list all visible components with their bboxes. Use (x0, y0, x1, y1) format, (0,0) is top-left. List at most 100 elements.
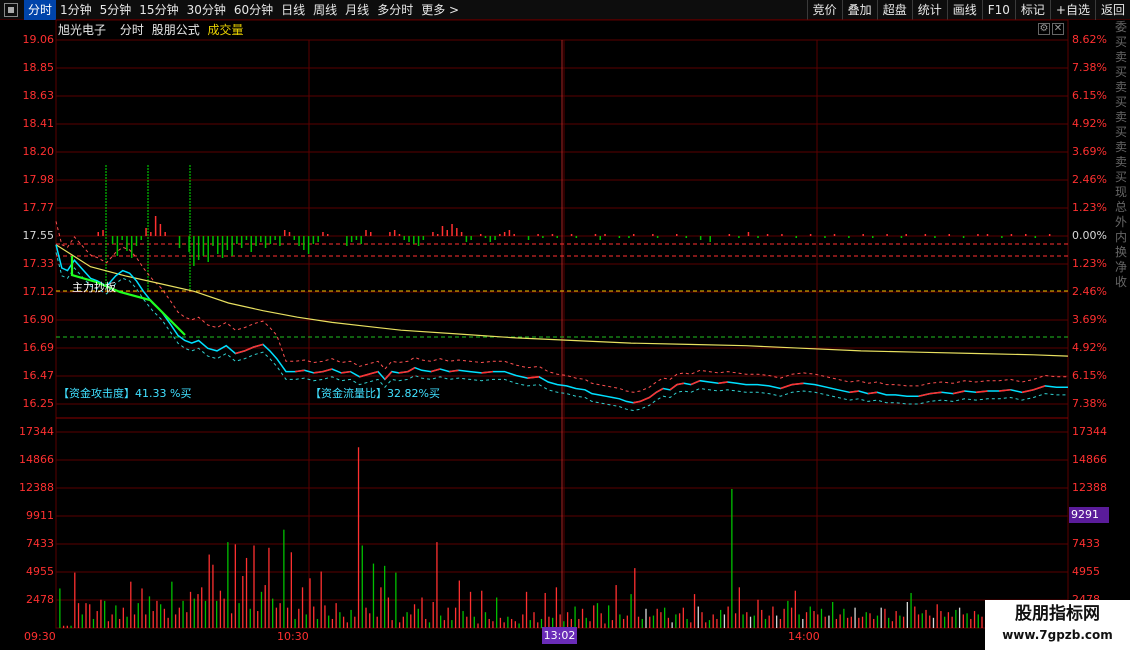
watermark-title: 股朋指标网 (1015, 604, 1100, 624)
volume-tick: 2478 (26, 593, 54, 606)
price-up-segment (322, 368, 333, 373)
price-up-segment (313, 370, 323, 374)
volume-tick: 14866 (19, 453, 54, 466)
watermark-url: www.7gpzb.com (1002, 628, 1113, 642)
quote-panel-glyph: 换 (1114, 245, 1127, 259)
price-up-segment (690, 379, 701, 386)
quote-panel-glyph: 现 (1114, 185, 1127, 199)
price-up-segment (368, 370, 379, 375)
quote-panel-glyph: 委 (1114, 20, 1127, 34)
price-up-segment (253, 343, 264, 348)
price-up-segment (849, 390, 859, 394)
price-up-segment (929, 391, 942, 395)
price-tick: 18.85 (22, 61, 55, 74)
price-tick: 18.20 (22, 145, 55, 158)
price-tick: 17.33 (22, 257, 55, 270)
volume-tick: 17344 (1072, 425, 1107, 438)
main-force-label: 主力抄板 (72, 281, 116, 294)
price-tick: 16.90 (22, 313, 55, 326)
price-up-segment (867, 391, 878, 395)
quote-panel-edge: 委买卖买卖买卖买卖卖买现总外内换净收 (1112, 20, 1130, 620)
price-up-segment (527, 376, 540, 379)
volume-tick: 4955 (26, 565, 54, 578)
price-up-segment (648, 391, 657, 399)
pct-tick: 4.92% (1072, 341, 1107, 354)
pct-tick: 1.23% (1072, 201, 1107, 214)
price-up-segment (295, 369, 305, 373)
volume-tick: 14866 (1072, 453, 1107, 466)
pct-tick: 7.38% (1072, 61, 1107, 74)
quote-panel-glyph: 买 (1114, 95, 1127, 109)
pct-tick: 7.38% (1072, 397, 1107, 410)
price-up-segment (481, 370, 494, 374)
price-up-segment (430, 368, 441, 373)
price-up-segment (918, 392, 931, 398)
quote-panel-glyph: 外 (1114, 215, 1127, 229)
price-tick: 17.77 (22, 201, 55, 214)
price-up-segment (235, 350, 245, 355)
price-up-segment (676, 382, 685, 386)
price-tick: 19.06 (22, 33, 55, 46)
pct-tick: 6.15% (1072, 369, 1107, 382)
price-up-segment (791, 382, 804, 386)
price-up-segment (655, 387, 664, 394)
crosshair-volume-tag: 9291 (1069, 507, 1109, 523)
price-up-segment (669, 383, 678, 391)
quote-panel-glyph: 卖 (1114, 50, 1127, 64)
time-tick: 09:30 (24, 630, 56, 643)
price-up-segment (718, 381, 728, 385)
price-up-segment (998, 388, 1011, 392)
price-tick: 16.69 (22, 341, 55, 354)
price-up-segment (398, 370, 409, 374)
price-tick: 17.55 (22, 229, 55, 242)
flow-ratio-label: 【资金流量比】32.82%买 (310, 387, 440, 400)
quote-panel-glyph: 卖 (1114, 110, 1127, 124)
price-tick: 17.98 (22, 173, 55, 186)
quote-panel-glyph: 总 (1114, 200, 1127, 214)
pct-tick: 2.46% (1072, 285, 1107, 298)
price-up-segment (407, 367, 416, 373)
quote-panel-glyph: 内 (1114, 230, 1127, 244)
pct-tick: 4.92% (1072, 117, 1107, 130)
price-tick: 18.63 (22, 89, 55, 102)
price-up-segment (449, 369, 459, 373)
watermark-logo: 股朋指标网 www.7gpzb.com (985, 600, 1130, 650)
volume-tick: 9911 (26, 509, 54, 522)
price-up-segment (1033, 385, 1046, 391)
volume-tick: 17344 (19, 425, 54, 438)
price-tick: 16.47 (22, 369, 55, 382)
price-tick: 17.12 (22, 285, 55, 298)
time-tick: 10:30 (277, 630, 309, 643)
intraday-chart (55, 19, 1069, 629)
quote-panel-glyph: 买 (1114, 170, 1127, 184)
main-force-line (70, 256, 186, 336)
volume-tick: 4955 (1072, 565, 1100, 578)
pct-tick: 6.15% (1072, 89, 1107, 102)
price-up-segment (639, 396, 650, 403)
quote-panel-glyph: 收 (1114, 275, 1127, 289)
price-up-segment (633, 400, 641, 404)
quote-panel-glyph: 买 (1114, 65, 1127, 79)
attack-degree-label: 【资金攻击度】41.33 %买 (58, 387, 192, 400)
quote-panel-glyph: 买 (1114, 35, 1127, 49)
quote-panel-glyph: 卖 (1114, 140, 1127, 154)
pct-tick: 0.00% (1072, 229, 1107, 242)
volume-tick: 12388 (1072, 481, 1107, 494)
quote-panel-glyph: 卖 (1114, 80, 1127, 94)
price-tick: 18.41 (22, 117, 55, 130)
pct-tick: 3.69% (1072, 313, 1107, 326)
quote-panel-glyph: 买 (1114, 125, 1127, 139)
price-tick: 16.25 (22, 397, 55, 410)
crosshair-time-tag: 13:02 (542, 627, 577, 644)
volume-tick: 7433 (26, 537, 54, 550)
price-up-segment (1021, 388, 1034, 394)
quote-panel-glyph: 净 (1114, 260, 1127, 274)
price-up-segment (952, 390, 965, 395)
time-tick: 14:00 (788, 630, 820, 643)
price-up-segment (975, 390, 988, 394)
volume-tick: 7433 (1072, 537, 1100, 550)
price-up-segment (780, 383, 793, 390)
pct-tick: 1.23% (1072, 257, 1107, 270)
pct-tick: 2.46% (1072, 173, 1107, 186)
pct-tick: 3.69% (1072, 145, 1107, 158)
